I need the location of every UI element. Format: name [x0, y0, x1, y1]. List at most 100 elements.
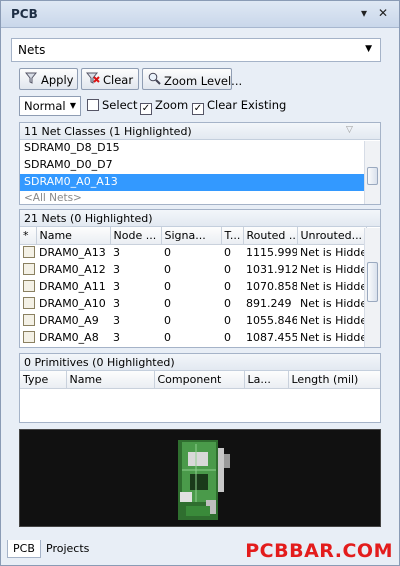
net-color-swatch [23, 246, 35, 259]
column-header-name[interactable]: Name [36, 227, 111, 245]
funnel-icon [24, 72, 38, 87]
table-row[interactable]: DRAM0_A9 3 0 0 1055.846 Net is Hidde [20, 312, 366, 329]
primitives-grid: Type Name Component La... Length (mil) [20, 371, 380, 389]
net-name: DRAM0_A10 [39, 297, 106, 310]
net-signal: 0 [164, 297, 171, 310]
select-checkbox-box[interactable] [87, 99, 99, 111]
column-header-name[interactable]: Name [66, 371, 155, 389]
clear-existing-checkbox[interactable]: ✓ Clear Existing [192, 98, 286, 115]
net-color-swatch [23, 297, 35, 309]
clear-label: Clear [103, 73, 134, 87]
net-color-swatch [23, 280, 35, 292]
net-t: 0 [224, 297, 231, 310]
list-item[interactable]: SDRAM0_D8_D15 [20, 140, 380, 157]
net-signal: 0 [164, 331, 171, 344]
magnifier-icon [147, 72, 161, 88]
table-row[interactable]: DRAM0_A13 3 0 0 1115.999 Net is Hidde [20, 244, 366, 261]
select-checkbox[interactable]: Select [87, 98, 137, 112]
scrollbar-thumb[interactable] [367, 262, 378, 302]
net-name: DRAM0_A8 [39, 331, 99, 344]
column-header-component[interactable]: Component [154, 371, 245, 389]
eraser-icon [85, 72, 100, 87]
primitives-header: 0 Primitives (0 Highlighted) [20, 354, 380, 371]
primitives-table: 0 Primitives (0 Highlighted) Type Name C… [19, 353, 381, 423]
net-routed: 1070.858 [246, 280, 297, 293]
nets-grid: * Name Node ... Signa... T... Routed ...… [20, 227, 367, 346]
apply-label: Apply [41, 73, 74, 87]
column-header-length[interactable]: Length (mil) [288, 371, 380, 389]
mask-mode-value: Normal [24, 99, 66, 113]
column-header-layer[interactable]: La... [244, 371, 289, 389]
zoom-level-button[interactable]: Zoom Level... [142, 68, 242, 90]
table-row[interactable]: DRAM0_A10 3 0 0 891.249 Net is Hidde [20, 295, 366, 312]
apply-button[interactable]: Apply [19, 68, 78, 90]
column-header-routed[interactable]: Routed ... [243, 227, 298, 245]
close-icon[interactable]: ✕ [378, 6, 388, 20]
net-nodes: 3 [113, 314, 120, 327]
watermark: PCBBAR.COM [245, 540, 393, 562]
nets-header: 21 Nets (0 Highlighted) [20, 210, 380, 227]
net-unrouted: Net is Hidde [300, 314, 366, 327]
tab-projects[interactable]: Projects [41, 540, 94, 558]
zoom-checkbox[interactable]: ✓ Zoom [140, 98, 188, 115]
column-header-type[interactable]: Type [20, 371, 67, 389]
net-color-swatch [23, 331, 35, 343]
net-unrouted: Net is Hidde [300, 263, 366, 276]
net-signal: 0 [164, 280, 171, 293]
net-unrouted: Net is Hidde [300, 331, 366, 344]
net-classes-header-text: 11 Net Classes (1 Highlighted) [24, 125, 192, 138]
pcb-panel: PCB ▾ ✕ Nets ▼ Apply Clear Zoom Level...… [0, 0, 400, 566]
tab-pcb[interactable]: PCB [7, 540, 41, 558]
net-signal: 0 [164, 246, 171, 260]
select-checkbox-label: Select [102, 98, 138, 112]
net-classes-scrollbar[interactable] [364, 141, 380, 204]
funnel-icon[interactable]: ▽ [346, 125, 353, 135]
clear-existing-checkbox-label: Clear Existing [207, 98, 287, 112]
net-routed: 1087.455 [246, 331, 297, 344]
net-color-swatch [23, 263, 35, 275]
net-t: 0 [224, 331, 231, 344]
board-thumbnail [178, 440, 230, 520]
list-item[interactable]: SDRAM0_D0_D7 [20, 157, 380, 174]
column-header-t[interactable]: T... [221, 227, 244, 245]
net-nodes: 3 [113, 297, 120, 310]
net-unrouted: Net is Hidde [300, 280, 366, 293]
mask-mode-select[interactable]: Normal ▼ [19, 96, 81, 116]
table-row[interactable]: DRAM0_A11 3 0 0 1070.858 Net is Hidde [20, 278, 366, 295]
net-routed: 1055.846 [246, 314, 297, 327]
clear-button[interactable]: Clear [81, 68, 139, 90]
net-signal: 0 [164, 263, 171, 276]
net-color-swatch [23, 314, 35, 326]
net-routed: 1031.912 [246, 263, 297, 276]
column-header-node-count[interactable]: Node ... [110, 227, 162, 245]
column-header-star[interactable]: * [20, 227, 37, 245]
net-nodes: 3 [113, 280, 120, 293]
net-name: DRAM0_A9 [39, 314, 99, 327]
clear-existing-checkbox-box[interactable]: ✓ [192, 103, 204, 115]
table-row[interactable]: DRAM0_A12 3 0 0 1031.912 Net is Hidde [20, 261, 366, 278]
chevron-down-icon: ▼ [365, 44, 372, 54]
net-name: DRAM0_A11 [39, 280, 106, 293]
column-header-unrouted[interactable]: Unrouted... [297, 227, 367, 245]
list-item[interactable]: SDRAM0_A0_A13 [20, 174, 380, 191]
zoom-checkbox-label: Zoom [155, 98, 189, 112]
column-header-signal[interactable]: Signa... [161, 227, 222, 245]
net-routed: 1115.999 [246, 246, 297, 260]
net-unrouted: Net is Hidde [300, 297, 366, 310]
mode-select-value: Nets [18, 43, 46, 57]
scrollbar-thumb[interactable] [367, 167, 378, 185]
net-t: 0 [224, 314, 231, 327]
net-name: DRAM0_A13 [39, 246, 106, 260]
zoom-checkbox-box[interactable]: ✓ [140, 103, 152, 115]
net-name: DRAM0_A12 [39, 263, 106, 276]
nets-scrollbar[interactable] [364, 228, 380, 347]
board-preview[interactable] [19, 429, 381, 527]
net-nodes: 3 [113, 246, 120, 260]
net-classes-header: 11 Net Classes (1 Highlighted) ▽ [20, 123, 380, 140]
pin-icon[interactable]: ▾ [361, 6, 367, 20]
panel-titlebar: PCB ▾ ✕ [1, 1, 399, 28]
net-classes-list: 11 Net Classes (1 Highlighted) ▽ SDRAM0_… [19, 122, 381, 205]
table-row[interactable]: DRAM0_A8 3 0 0 1087.455 Net is Hidde [20, 329, 366, 346]
list-item[interactable]: <All Nets> [20, 191, 380, 204]
mode-select[interactable]: Nets ▼ [11, 38, 381, 62]
